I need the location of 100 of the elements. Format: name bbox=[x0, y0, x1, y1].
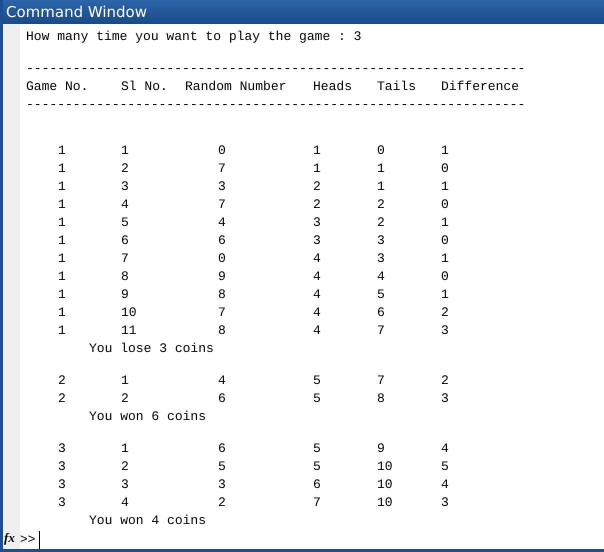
table-cell: 10 bbox=[121, 304, 137, 322]
column-header: Random Number bbox=[185, 78, 286, 96]
table-cell: 4 bbox=[313, 286, 321, 304]
table-cell: 1 bbox=[313, 142, 321, 160]
table-cell: 1 bbox=[58, 232, 66, 250]
table-cell: 0 bbox=[441, 160, 449, 178]
dashed-rule: ---------------------------------------------------------------- bbox=[26, 60, 526, 78]
table-cell: 6 bbox=[121, 232, 129, 250]
table-cell: 0 bbox=[441, 232, 449, 250]
table-cell: 5 bbox=[441, 458, 449, 476]
table-cell: 2 bbox=[377, 196, 385, 214]
table-cell: 1 bbox=[58, 196, 66, 214]
table-cell: 4 bbox=[441, 440, 449, 458]
table-cell: 1 bbox=[441, 142, 449, 160]
table-cell: 1 bbox=[121, 142, 129, 160]
text-cursor bbox=[39, 530, 40, 548]
table-cell: 0 bbox=[441, 268, 449, 286]
table-cell: 1 bbox=[121, 440, 129, 458]
command-prompt: >> bbox=[20, 532, 36, 547]
table-cell: 7 bbox=[377, 372, 385, 390]
table-cell: 3 bbox=[121, 178, 129, 196]
table-cell: 1 bbox=[441, 286, 449, 304]
table-cell: 5 bbox=[313, 458, 321, 476]
table-cell: 1 bbox=[58, 160, 66, 178]
column-header: Tails bbox=[377, 78, 416, 96]
table-cell: 4 bbox=[441, 476, 449, 494]
table-cell: 8 bbox=[377, 390, 385, 408]
table-cell: 4 bbox=[313, 304, 321, 322]
table-cell: 1 bbox=[58, 250, 66, 268]
table-cell: 3 bbox=[121, 476, 129, 494]
table-cell: 4 bbox=[218, 372, 226, 390]
column-header: Game No. bbox=[26, 78, 88, 96]
table-cell: 6 bbox=[218, 232, 226, 250]
table-cell: 10 bbox=[377, 476, 393, 494]
result-message: You won 4 coins bbox=[89, 512, 206, 530]
table-cell: 1 bbox=[58, 322, 66, 340]
table-cell: 1 bbox=[121, 372, 129, 390]
table-cell: 5 bbox=[313, 390, 321, 408]
table-cell: 3 bbox=[313, 214, 321, 232]
table-cell: 3 bbox=[58, 458, 66, 476]
table-cell: 1 bbox=[58, 142, 66, 160]
table-cell: 1 bbox=[441, 250, 449, 268]
table-cell: 4 bbox=[121, 196, 129, 214]
table-cell: 2 bbox=[218, 494, 226, 512]
table-cell: 2 bbox=[58, 390, 66, 408]
table-cell: 10 bbox=[377, 494, 393, 512]
table-cell: 6 bbox=[218, 440, 226, 458]
table-cell: 4 bbox=[313, 250, 321, 268]
table-cell: 8 bbox=[218, 286, 226, 304]
table-cell: 7 bbox=[218, 160, 226, 178]
table-cell: 0 bbox=[441, 196, 449, 214]
table-cell: 9 bbox=[377, 440, 385, 458]
table-cell: 8 bbox=[218, 322, 226, 340]
table-cell: 1 bbox=[58, 178, 66, 196]
table-cell: 0 bbox=[218, 142, 226, 160]
table-cell: 2 bbox=[377, 214, 385, 232]
prompt-text: How many time you want to play the game : 3 bbox=[26, 28, 362, 46]
table-cell: 1 bbox=[377, 160, 385, 178]
table-cell: 4 bbox=[121, 494, 129, 512]
table-cell: 2 bbox=[313, 196, 321, 214]
table-cell: 3 bbox=[377, 250, 385, 268]
column-header: Difference bbox=[441, 78, 520, 96]
table-cell: 0 bbox=[377, 142, 385, 160]
table-cell: 5 bbox=[313, 372, 321, 390]
table-cell: 1 bbox=[313, 160, 321, 178]
table-cell: 6 bbox=[313, 476, 321, 494]
table-cell: 1 bbox=[441, 178, 449, 196]
table-cell: 6 bbox=[377, 304, 385, 322]
table-cell: 5 bbox=[121, 214, 129, 232]
table-cell: 3 bbox=[218, 178, 226, 196]
result-message: You won 6 coins bbox=[89, 408, 206, 426]
table-cell: 4 bbox=[218, 214, 226, 232]
table-cell: 5 bbox=[218, 458, 226, 476]
window-title: Command Window bbox=[6, 3, 148, 21]
table-cell: 6 bbox=[218, 390, 226, 408]
table-cell: 3 bbox=[58, 494, 66, 512]
table-cell: 9 bbox=[121, 286, 129, 304]
table-cell: 3 bbox=[218, 476, 226, 494]
function-browser-button[interactable]: fx bbox=[3, 530, 16, 549]
table-cell: 5 bbox=[313, 440, 321, 458]
table-cell: 2 bbox=[121, 160, 129, 178]
table-cell: 7 bbox=[218, 196, 226, 214]
table-cell: 3 bbox=[441, 322, 449, 340]
table-cell: 4 bbox=[313, 268, 321, 286]
table-cell: 1 bbox=[377, 178, 385, 196]
table-cell: 3 bbox=[58, 476, 66, 494]
table-cell: 3 bbox=[377, 232, 385, 250]
table-cell: 3 bbox=[58, 440, 66, 458]
table-cell: 3 bbox=[313, 232, 321, 250]
table-cell: 3 bbox=[441, 494, 449, 512]
table-cell: 7 bbox=[121, 250, 129, 268]
table-cell: 2 bbox=[121, 390, 129, 408]
table-cell: 1 bbox=[58, 214, 66, 232]
table-cell: 9 bbox=[218, 268, 226, 286]
table-cell: 1 bbox=[441, 214, 449, 232]
table-cell: 1 bbox=[58, 304, 66, 322]
table-cell: 2 bbox=[441, 372, 449, 390]
result-message: You lose 3 coins bbox=[89, 340, 214, 358]
dashed-rule: ---------------------------------------------------------------- bbox=[26, 96, 526, 114]
table-cell: 8 bbox=[121, 268, 129, 286]
